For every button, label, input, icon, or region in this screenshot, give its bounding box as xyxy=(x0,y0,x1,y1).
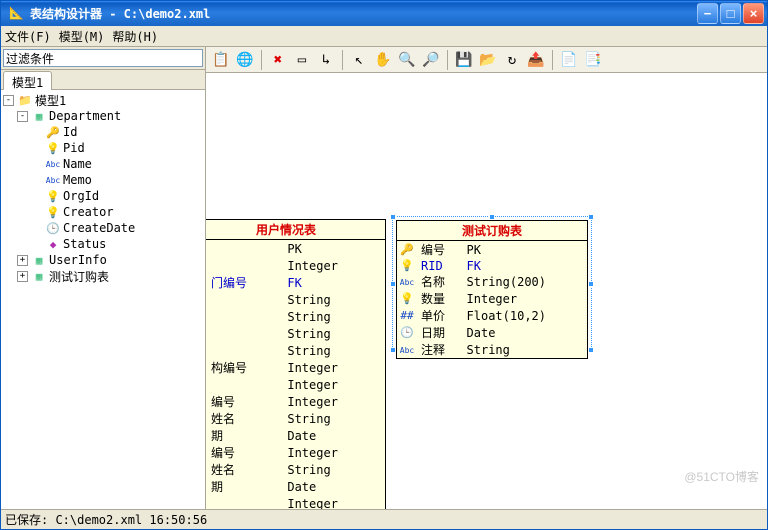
table-row[interactable]: Integer xyxy=(206,376,385,393)
table-row[interactable]: 🕒日期Date xyxy=(397,324,587,341)
tree-field-pid[interactable]: 💡Pid xyxy=(3,140,203,156)
window-icon[interactable]: ▭ xyxy=(291,49,313,71)
table-row[interactable]: Abc名称String(200) xyxy=(397,273,587,290)
table-row[interactable]: 💡RIDFK xyxy=(397,258,587,273)
tree-field-status[interactable]: ◆Status xyxy=(3,236,203,252)
title-bar: 📐 表结构设计器 - C:\demo2.xml − □ × xyxy=(1,1,767,26)
globe-icon[interactable]: 🌐 xyxy=(234,49,256,71)
tree-root[interactable]: -📁模型1 xyxy=(3,92,203,108)
toolbar: 📋🌐 ✖▭↳ ↖✋🔍🔎 💾📂↻📤 📄📑 xyxy=(206,47,767,73)
table-row[interactable]: 期Date xyxy=(206,427,385,444)
status-bar: 已保存: C:\demo2.xml 16:50:56 xyxy=(1,509,767,529)
table-row[interactable]: 门编号FK xyxy=(206,274,385,291)
refresh-icon[interactable]: ↻ xyxy=(501,49,523,71)
entity-user-title: 用户情况表 xyxy=(206,220,385,240)
zoom-in-icon[interactable]: 🔍 xyxy=(396,49,418,71)
selection-frame: 测试订购表 🔑编号PK💡RIDFKAbc名称String(200)💡数量Inte… xyxy=(392,216,592,351)
properties-icon[interactable]: 📑 xyxy=(582,49,604,71)
tree-view[interactable]: -📁模型1-▦Department🔑Id💡PidAbcNameAbcMemo💡O… xyxy=(1,90,205,509)
entity-order-title: 测试订购表 xyxy=(397,221,587,241)
table-row[interactable]: 姓名String xyxy=(206,461,385,478)
connector-icon[interactable]: ↳ xyxy=(315,49,337,71)
zoom-out-icon[interactable]: 🔎 xyxy=(420,49,442,71)
entity-user[interactable]: 用户情况表 PKInteger门编号FKStringStringStringSt… xyxy=(206,219,386,509)
hand-icon[interactable]: ✋ xyxy=(372,49,394,71)
table-row[interactable]: Integer xyxy=(206,495,385,509)
menu-help[interactable]: 帮助(H) xyxy=(112,28,158,45)
disk-icon[interactable]: 💾 xyxy=(453,49,475,71)
tree-field-memo[interactable]: AbcMemo xyxy=(3,172,203,188)
table-row[interactable]: 编号Integer xyxy=(206,393,385,410)
delete-red-icon[interactable]: ✖ xyxy=(267,49,289,71)
table-row[interactable]: 编号Integer xyxy=(206,444,385,461)
tree-field-createdate[interactable]: 🕒CreateDate xyxy=(3,220,203,236)
watermark: @51CTO博客 xyxy=(684,468,759,485)
tree-field-name[interactable]: AbcName xyxy=(3,156,203,172)
table-row[interactable]: 姓名String xyxy=(206,410,385,427)
tree-field-id[interactable]: 🔑Id xyxy=(3,124,203,140)
tree-order[interactable]: +▦测试订购表 xyxy=(3,268,203,284)
menu-bar: 文件(F) 模型(M) 帮助(H) xyxy=(1,26,767,46)
close-button[interactable]: × xyxy=(743,3,764,24)
table-row[interactable]: PK xyxy=(206,240,385,257)
design-canvas[interactable]: 用户情况表 PKInteger门编号FKStringStringStringSt… xyxy=(206,73,767,509)
table-row[interactable]: Integer xyxy=(206,257,385,274)
window-title: 表结构设计器 - C:\demo2.xml xyxy=(30,5,697,22)
script-icon[interactable]: 📄 xyxy=(558,49,580,71)
table-row[interactable]: ##单价Float(10,2) xyxy=(397,307,587,324)
table-row[interactable]: String xyxy=(206,342,385,359)
minimize-button[interactable]: − xyxy=(697,3,718,24)
menu-model[interactable]: 模型(M) xyxy=(59,28,105,45)
entity-order[interactable]: 测试订购表 🔑编号PK💡RIDFKAbc名称String(200)💡数量Inte… xyxy=(396,220,588,359)
table-row[interactable]: Abc注释String xyxy=(397,341,587,358)
tab-strip: 模型1 xyxy=(1,70,205,90)
tree-department[interactable]: -▦Department xyxy=(3,108,203,124)
table-row[interactable]: 💡数量Integer xyxy=(397,290,587,307)
table-row[interactable]: String xyxy=(206,291,385,308)
maximize-button[interactable]: □ xyxy=(720,3,741,24)
table-row[interactable]: 🔑编号PK xyxy=(397,241,587,258)
tree-userinfo[interactable]: +▦UserInfo xyxy=(3,252,203,268)
app-icon: 📐 xyxy=(9,6,25,22)
filter-input[interactable] xyxy=(3,49,203,67)
tree-field-orgid[interactable]: 💡OrgId xyxy=(3,188,203,204)
table-row[interactable]: 构编号Integer xyxy=(206,359,385,376)
pointer-icon[interactable]: ↖ xyxy=(348,49,370,71)
open-icon[interactable]: 📂 xyxy=(477,49,499,71)
menu-file[interactable]: 文件(F) xyxy=(5,28,51,45)
table-row[interactable]: 期Date xyxy=(206,478,385,495)
tree-field-creator[interactable]: 💡Creator xyxy=(3,204,203,220)
table-row[interactable]: String xyxy=(206,325,385,342)
table-row[interactable]: String xyxy=(206,308,385,325)
copy-icon[interactable]: 📋 xyxy=(210,49,232,71)
tab-model1[interactable]: 模型1 xyxy=(3,71,52,90)
export-icon[interactable]: 📤 xyxy=(525,49,547,71)
